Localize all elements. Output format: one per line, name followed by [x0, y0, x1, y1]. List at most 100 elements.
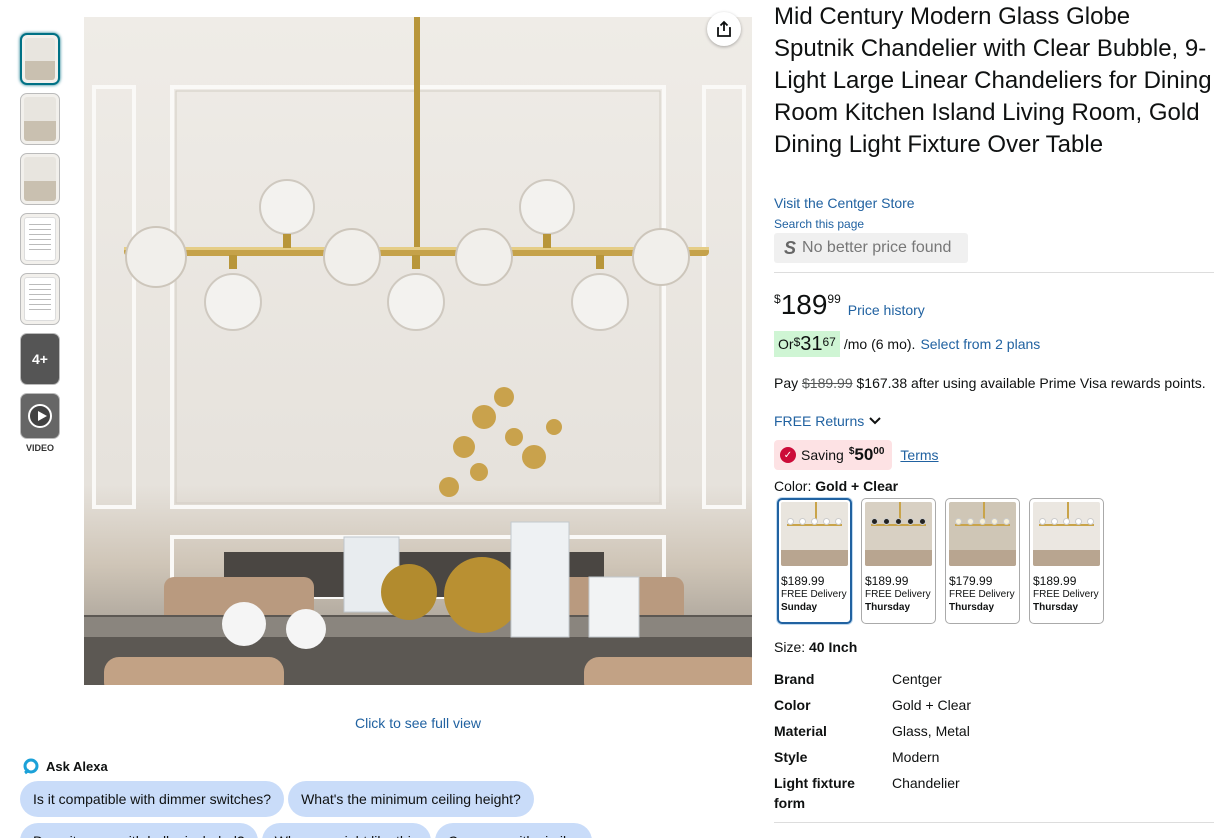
spec-value: Modern [892, 749, 940, 765]
color-label: Color: [774, 478, 816, 494]
product-specs-table: Brand Centger Color Gold + Clear Material G… [774, 669, 971, 819]
store-link[interactable]: Visit the Centger Store [774, 195, 915, 211]
thumbnail-5[interactable] [20, 273, 60, 325]
spec-key: Color [774, 697, 811, 713]
chandelier-image [84, 17, 752, 685]
video-thumbnail[interactable] [20, 393, 60, 439]
alexa-chip[interactable]: What's the minimum ceiling height? [288, 781, 534, 817]
spec-row: Material Glass, Metal [774, 721, 971, 741]
coupon-saving: ✓ Saving $ 50 00 Terms [774, 440, 939, 470]
color-swatch[interactable]: $189.99 FREE Delivery Thursday [861, 498, 936, 624]
monthly-fraction: 67 [822, 335, 836, 349]
share-icon [717, 20, 731, 37]
alexa-chip[interactable]: Compare with similar [434, 823, 592, 838]
alexa-chip[interactable]: Why you might like this [261, 823, 431, 838]
thumbnail-image [25, 38, 55, 80]
price-symbol: $ [774, 292, 781, 306]
swatch-image [949, 502, 1016, 566]
saving-badge[interactable]: ✓ Saving $ 50 00 [774, 440, 893, 470]
spec-row: Light fixture form Chandelier [774, 773, 971, 813]
thumbnail-image [24, 97, 56, 141]
color-swatches: $189.99 FREE Delivery Sunday $189.99 FRE… [777, 498, 1104, 624]
swatch-price: $189.99 [1033, 574, 1077, 588]
alexa-question-chips: Is it compatible with dimmer switches? W… [20, 781, 640, 838]
monthly-whole: 31 [800, 333, 823, 355]
price-history-link[interactable]: Price history [848, 302, 925, 318]
play-icon [28, 404, 52, 428]
terms-link[interactable]: Terms [900, 447, 938, 463]
monthly-prefix: Or [778, 336, 794, 352]
alexa-chip[interactable]: Is it compatible with dimmer switches? [20, 781, 285, 817]
price-display: $ 189 99 Price history [774, 290, 925, 320]
thumbnail-image [24, 157, 56, 201]
swatch-delivery: FREE Delivery [865, 589, 931, 600]
free-returns-label: FREE Returns [774, 413, 865, 429]
swatch-delivery-day: Sunday [781, 602, 818, 613]
swatch-delivery-day: Thursday [865, 602, 911, 613]
thumbnail-image [24, 277, 56, 321]
swatch-image [781, 502, 848, 566]
spec-key: Light fixture form [774, 775, 855, 811]
price-fraction: 99 [827, 292, 841, 306]
swatch-delivery-day: Thursday [949, 602, 995, 613]
size-selection-label: Size: 40 Inch [774, 639, 857, 655]
saving-whole: 50 [854, 445, 874, 464]
color-swatch[interactable]: $179.99 FREE Delivery Thursday [945, 498, 1020, 624]
thumbnail-strip: 4+ VIDEO [20, 33, 60, 453]
alexa-chip[interactable]: Does it come with bulbs included? [20, 823, 258, 838]
spec-key: Material [774, 723, 827, 739]
pay-prefix: Pay [774, 375, 803, 391]
price-whole: 189 [780, 289, 828, 320]
spec-value: Glass, Metal [892, 723, 970, 739]
color-swatch[interactable]: $189.99 FREE Delivery Thursday [1029, 498, 1104, 624]
color-swatch[interactable]: $189.99 FREE Delivery Sunday [777, 498, 852, 624]
swatch-delivery: FREE Delivery [949, 589, 1015, 600]
ask-alexa-header: Ask Alexa [22, 757, 108, 775]
swatch-price: $179.99 [949, 574, 993, 588]
color-value: Gold + Clear [815, 478, 899, 494]
swatch-image [865, 502, 932, 566]
swatch-image [1033, 502, 1100, 566]
color-selection-label: Color: Gold + Clear [774, 478, 898, 494]
saving-amount: $ 50 00 [849, 445, 885, 465]
spec-row: Style Modern [774, 747, 971, 767]
thumbnail-image [24, 217, 56, 261]
ask-alexa-label: Ask Alexa [46, 758, 108, 774]
search-this-page-link[interactable]: Search this page [774, 217, 864, 231]
check-icon: ✓ [780, 447, 796, 463]
divider [774, 272, 1214, 273]
main-product-image[interactable] [84, 17, 752, 685]
thumbnail-4[interactable] [20, 213, 60, 265]
thumbnail-2[interactable] [20, 93, 60, 145]
spec-value: Chandelier [892, 775, 960, 791]
monthly-payment: Or $ 31 67 /mo (6 mo). Select from 2 pla… [774, 331, 1040, 357]
pay-struck-price: $189.99 [802, 375, 853, 391]
size-label: Size: [774, 639, 810, 655]
monthly-badge: Or $ 31 67 [774, 331, 840, 357]
swatch-price: $189.99 [781, 574, 825, 588]
thumbnail-3[interactable] [20, 153, 60, 205]
free-returns-link[interactable]: FREE Returns [774, 413, 881, 429]
select-plans-link[interactable]: Select from 2 plans [920, 336, 1040, 352]
saving-symbol: $ [848, 446, 855, 457]
no-better-price-text: No better price found [802, 239, 952, 256]
price-tracker-badge[interactable]: S No better price found [774, 233, 968, 263]
swatch-delivery: FREE Delivery [781, 589, 847, 600]
product-title: Mid Century Modern Glass Globe Sputnik C… [774, 3, 1212, 158]
size-value: 40 Inch [809, 639, 858, 655]
spec-row: Brand Centger [774, 669, 971, 689]
swatch-price: $189.99 [865, 574, 909, 588]
monthly-suffix: /mo (6 mo). [843, 336, 916, 352]
saving-label: Saving [801, 447, 844, 463]
spec-row: Color Gold + Clear [774, 695, 971, 715]
price-tracker-icon: S [784, 237, 797, 258]
alexa-icon [23, 758, 39, 775]
full-view-link[interactable]: Click to see full view [84, 715, 752, 731]
spec-key: Brand [774, 671, 815, 687]
spec-value: Centger [892, 671, 942, 687]
share-button[interactable] [707, 12, 741, 46]
saving-fraction: 00 [873, 446, 885, 457]
chevron-down-icon [869, 417, 881, 425]
thumbnail-1[interactable] [20, 33, 60, 85]
more-images-button[interactable]: 4+ [20, 333, 60, 385]
